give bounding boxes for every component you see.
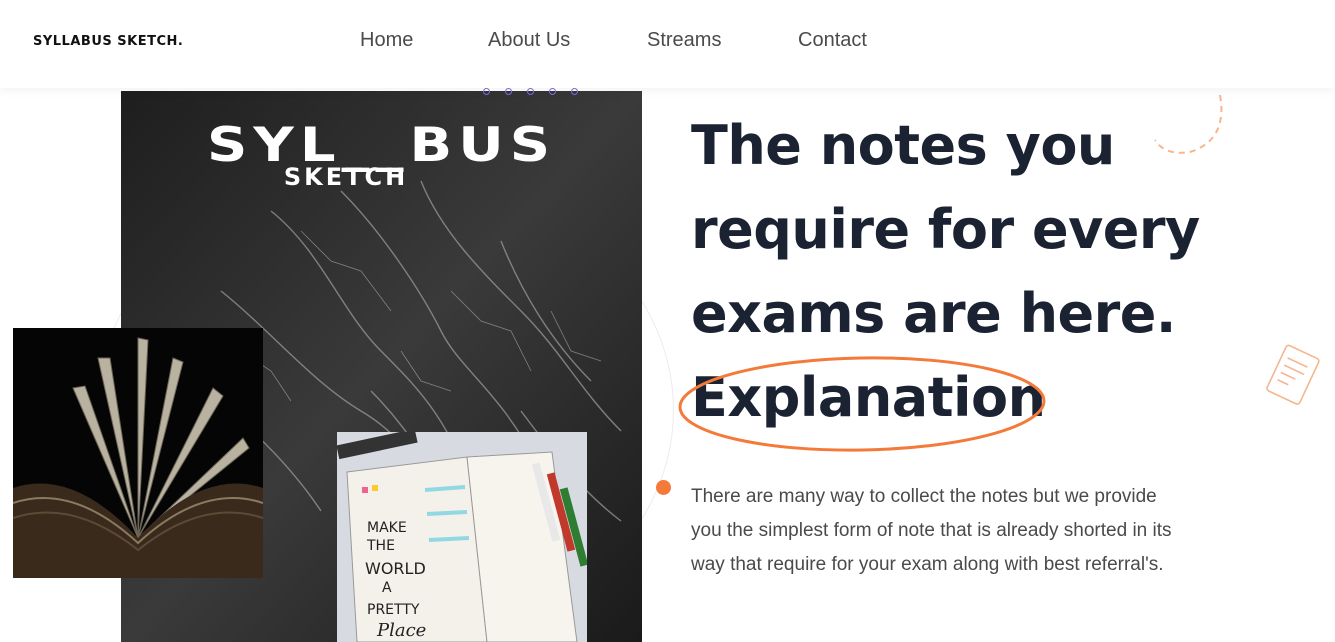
open-book-illustration <box>13 328 263 578</box>
brand-logo[interactable]: SYLLABUS SKETCH. <box>33 34 183 49</box>
description-line-3: way that require for your exam along wit… <box>691 554 1164 575</box>
cover-logo-subtitle: SKETCH <box>283 163 409 191</box>
headline-line-3: exams are here. <box>691 282 1176 345</box>
description-line-1: There are many way to collect the notes … <box>691 486 1157 507</box>
journal-text-5: PRETTY <box>367 602 420 618</box>
description-line-2: you the simplest form of note that is al… <box>691 520 1172 541</box>
nav-contact[interactable]: Contact <box>798 29 867 52</box>
nav-streams[interactable]: Streams <box>647 29 721 52</box>
journal-text-3: WORLD <box>365 559 426 578</box>
journal-text-4: A <box>382 580 392 596</box>
journal-text-2: THE <box>366 538 395 554</box>
accent-dot <box>656 480 671 495</box>
decorative-arc <box>1154 94 1223 154</box>
journal-text-6: Place <box>376 620 426 641</box>
journal-text-1: MAKE <box>367 520 407 536</box>
hero-description: There are many way to collect the notes … <box>691 480 1251 582</box>
nav-home[interactable]: Home <box>360 29 413 52</box>
journal-photo: MAKE THE WORLD A PRETTY Place <box>337 432 587 642</box>
site-header: SYLLABUS SKETCH. Home About Us Streams C… <box>0 0 1335 88</box>
journal-illustration: MAKE THE WORLD A PRETTY Place <box>337 432 587 642</box>
nav-about-us[interactable]: About Us <box>488 29 570 52</box>
decorative-note-icon <box>1266 344 1320 405</box>
highlight-ellipse <box>678 356 1046 452</box>
open-book-photo <box>13 328 263 578</box>
headline-line-2: require for every <box>691 198 1200 261</box>
